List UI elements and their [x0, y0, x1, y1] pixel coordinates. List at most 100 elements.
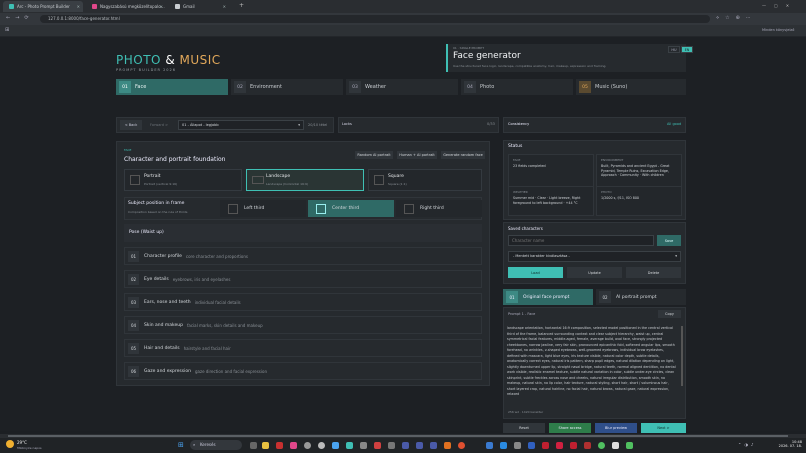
clock-date: 2026. 07. 18.	[778, 444, 802, 448]
human-ai-portrait-button[interactable]: Human + AI portrait	[397, 151, 437, 159]
prompt-text[interactable]: landscape orientation, horizontal 16:9 c…	[507, 326, 677, 406]
position-center-third[interactable]: Center third	[308, 200, 394, 217]
app-icon[interactable]	[332, 442, 339, 449]
save-character-button[interactable]: Save	[657, 235, 681, 246]
option-square[interactable]: Square Square (1:1)	[368, 169, 482, 191]
step-weather[interactable]: 03 Weather	[346, 79, 458, 95]
save-label: Save	[664, 238, 674, 243]
step-environment[interactable]: 02 Environment	[231, 79, 343, 95]
share-access-button[interactable]: Share access	[549, 423, 591, 433]
reset-button[interactable]: Reset	[503, 423, 545, 433]
forward-button[interactable]: Forward >	[145, 120, 173, 130]
app-icon[interactable]	[556, 442, 563, 449]
app-icon[interactable]	[598, 442, 605, 449]
app-icon[interactable]	[318, 442, 325, 449]
section-gaze-expression[interactable]: 06 Gaze and expression gaze direction and …	[124, 362, 482, 380]
section-label: Gaze and expression	[144, 368, 191, 374]
lang-en-button[interactable]: EN	[681, 46, 693, 53]
app-icon[interactable]	[570, 442, 577, 449]
position-left-third[interactable]: Left third	[220, 200, 306, 217]
status-environment: ENVIRONMENT Built, Pyramids and ancient E…	[596, 154, 682, 188]
weather-icon[interactable]	[6, 440, 14, 448]
section-eye-details[interactable]: 02 Eye details eyebrows, iris and eyelashe…	[124, 270, 482, 288]
window-controls[interactable]: —▢✕	[762, 3, 797, 8]
app-icon[interactable]	[374, 442, 381, 449]
taskbar-search[interactable]: ⌕ Keresés	[190, 440, 242, 450]
app-icon[interactable]	[430, 442, 437, 449]
all-bookmarks[interactable]: Minden könyvjelző	[762, 28, 794, 32]
tab-gmail[interactable]: Gmail ✕	[169, 1, 229, 12]
app-icon[interactable]	[346, 442, 353, 449]
vscode-icon[interactable]	[500, 442, 507, 449]
app-icon[interactable]	[290, 442, 297, 449]
character-name-input[interactable]	[508, 235, 654, 246]
app-icon[interactable]	[388, 442, 395, 449]
prompt-scrollbar[interactable]	[681, 326, 683, 386]
app-icon[interactable]	[486, 442, 493, 449]
app-icon[interactable]	[626, 442, 633, 449]
tab-original-prompt[interactable]: 01 Original face prompt	[503, 289, 593, 305]
random-ai-portrait-button[interactable]: Random AI portrait	[355, 151, 393, 159]
tab-label: AI portrait prompt	[616, 294, 657, 300]
clock[interactable]: 10:48 2026. 07. 18.	[778, 440, 802, 448]
start-icon[interactable]: ⊞	[178, 441, 184, 449]
page-title: Face generator	[453, 51, 521, 61]
app-icon[interactable]	[360, 442, 367, 449]
section-ears-nose-teeth[interactable]: 03 Ears, nose and teeth individual facial …	[124, 293, 482, 311]
tray-icons[interactable]: ⌃◑♪	[738, 442, 756, 447]
option-label: Portrait	[144, 174, 161, 179]
next-button[interactable]: Next >	[641, 423, 686, 433]
step-photo[interactable]: 04 Photo	[461, 79, 573, 95]
app-icon[interactable]	[276, 442, 283, 449]
brand-photo: PHOTO	[116, 53, 161, 67]
close-icon[interactable]: ✕	[77, 4, 80, 9]
apps-icon[interactable]: ⊞	[5, 27, 9, 33]
new-tab-icon[interactable]: +	[239, 2, 244, 9]
app-icon[interactable]	[514, 442, 521, 449]
blur-preview-button[interactable]: Blur preview	[595, 423, 637, 433]
app-icon[interactable]	[612, 442, 619, 449]
extension-icons[interactable]: ⋄☆⊕⋯	[716, 15, 757, 21]
tab-second[interactable]: Nagyszabású megközelítopalo… ✕	[86, 1, 166, 12]
back-button[interactable]: < Back	[120, 120, 142, 130]
app-icon[interactable]	[416, 442, 423, 449]
position-right-third[interactable]: Right third	[396, 200, 482, 217]
section-hair-details[interactable]: 05 Hair and details hairstyle and facial h…	[124, 339, 482, 357]
app-icon[interactable]	[458, 442, 465, 449]
app-icon[interactable]	[584, 442, 591, 449]
app-icon[interactable]	[542, 442, 549, 449]
pose-selector[interactable]: Pose (Waist up)	[124, 224, 482, 242]
scroll-thumb[interactable]	[8, 435, 788, 437]
section-skin-makeup[interactable]: 04 Skin and makeup facial marks, skin deta…	[124, 316, 482, 334]
close-icon[interactable]: ✕	[223, 4, 226, 9]
step-music[interactable]: 05 Music (Suno)	[576, 79, 686, 95]
url-field[interactable]: 127.0.0.1:8000/face-generator.html	[40, 15, 710, 23]
load-button[interactable]: Load	[508, 267, 563, 278]
app-icon[interactable]	[304, 442, 311, 449]
step-face[interactable]: 01 Face	[116, 79, 228, 95]
tab-photo-prompt-builder[interactable]: Arc - Photo Prompt Builder ✕	[3, 1, 83, 12]
copy-button[interactable]: Copy	[658, 310, 681, 318]
app-icon[interactable]	[528, 442, 535, 449]
task-view-icon[interactable]	[250, 442, 257, 449]
section-number: 02	[128, 273, 139, 285]
app-icon[interactable]	[402, 442, 409, 449]
locks-count: 0/33	[487, 122, 495, 126]
generate-random-face-button[interactable]: Generate random face	[441, 151, 485, 159]
update-button[interactable]: Update	[567, 267, 622, 278]
option-portrait[interactable]: Portrait Portrait (vertical 9:16)	[124, 169, 242, 191]
subject-title: Subject position in frame	[128, 201, 185, 206]
lang-hu-button[interactable]: HU	[668, 46, 680, 53]
tab-ai-portrait-prompt[interactable]: 02 AI portrait prompt	[596, 289, 686, 305]
delete-button[interactable]: Delete	[626, 267, 681, 278]
saved-character-select[interactable]: - Mentett karakter kiválasztása - ▾	[508, 251, 681, 262]
close-icon[interactable]: ✕	[160, 4, 163, 9]
app-icon[interactable]	[444, 442, 451, 449]
tab-label: Arc - Photo Prompt Builder	[17, 4, 70, 9]
step-label: Face	[135, 84, 147, 90]
history-select[interactable]: 01 - Állapot - legjobb ▾	[178, 120, 304, 130]
file-explorer-icon[interactable]	[262, 442, 269, 449]
section-character-profile[interactable]: 01 Character profile core character and pr…	[124, 247, 482, 265]
option-landscape[interactable]: Landscape Landscape (horizontal 16:9)	[246, 169, 364, 191]
nav-arrows-icon[interactable]: ←→⟳	[6, 15, 34, 21]
